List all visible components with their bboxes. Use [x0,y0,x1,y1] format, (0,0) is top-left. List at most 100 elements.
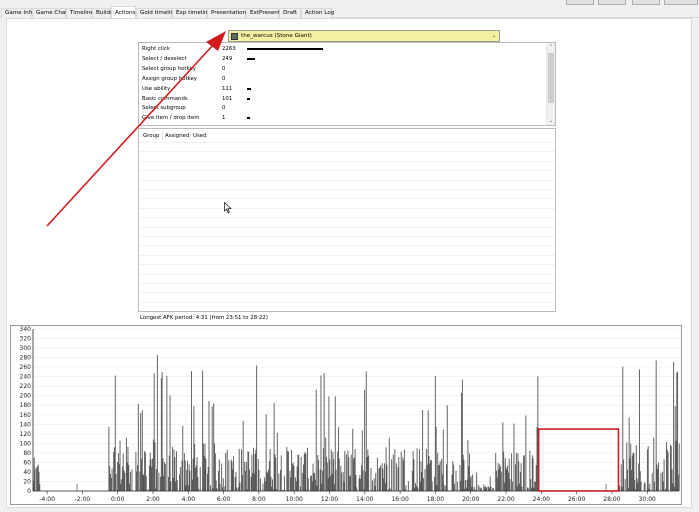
tab-exp-timeline[interactable]: Exp timeline [172,8,211,18]
chart-bar [162,458,164,491]
mouse-cursor-icon [224,202,232,214]
chart-bar [125,437,127,491]
chart-bar [417,487,419,491]
top-button[interactable] [566,0,594,5]
action-list[interactable]: ⌃ ⌄ Right click 2263 Select / deselect 249 S… [138,42,556,126]
chart-bar [466,479,468,491]
chart-bar [525,415,527,491]
chart-bar [302,472,304,491]
y-tick-label: 340 [20,326,32,333]
chart-bar [179,467,181,491]
top-button[interactable] [664,0,698,5]
chart-bar [635,444,637,491]
action-name: Assign group hotkey [142,75,197,82]
chart-bar [407,481,409,491]
chart-bar [310,475,312,491]
action-row[interactable]: Select / deselect 249 [142,54,442,64]
action-row[interactable]: Assign group hotkey 0 [142,74,442,84]
chart-bar [36,466,38,491]
chart-bar [166,375,168,491]
chart-bar [238,448,240,491]
action-row[interactable]: Select group hotkey 0 [142,64,442,74]
action-row[interactable]: Basic commands 101 [142,94,442,104]
action-row[interactable]: Select subgroup 0 [142,103,442,113]
chart-bar [436,485,438,491]
chart-bar [295,481,297,491]
chart-canvas: 3403203002802602402202001801601401201008… [20,326,680,503]
assigned-column-header[interactable]: Assigned [163,132,191,140]
chart-bar [321,483,323,491]
chart-bar [38,471,40,491]
player-select[interactable]: the_warcus (Stone Giant) ⌄ [228,30,500,42]
y-tick-label: 240 [20,374,32,381]
scroll-up-icon[interactable]: ⌃ [547,43,555,51]
chart-bar [374,485,376,491]
chart-bar [376,457,378,491]
chart-bar [391,459,393,491]
tab-action-log[interactable]: Action Log [301,8,334,18]
used-column-header[interactable]: Used [191,132,211,140]
chart-bar [250,476,252,491]
tab-gold-timeline[interactable]: Gold timeline [136,8,177,18]
tab-bar: Game Info Game Chat Timeline Builds Actions G… [0,6,699,19]
chart-bar [254,453,256,491]
chart-bar [327,478,329,491]
chart-bar [219,483,221,491]
group-column-header[interactable]: Group [141,132,163,140]
chart-bar [322,448,324,491]
action-count: 0 [222,65,226,72]
chart-bar [405,485,407,491]
tab-game-info[interactable]: Game Info [1,8,34,18]
action-count: 1 [222,115,226,122]
chart-bar [278,473,280,491]
tab-game-chat[interactable]: Game Chat [32,8,68,18]
chart-bar [245,470,246,491]
chart-bar [496,477,498,491]
tab-draft[interactable]: Draft [279,8,301,18]
table-row [139,254,555,256]
group-table[interactable]: Group Assigned Used [138,128,556,312]
chart-bar [632,452,634,491]
chart-bar [430,459,432,491]
chart-bar [431,481,433,491]
chart-bar [267,473,269,491]
chart-bar [110,473,111,491]
chart-bar [428,456,430,491]
top-button[interactable] [632,0,660,5]
chart-bar [639,369,640,491]
action-name: Right click [142,46,170,52]
x-tick-label: 16:00 [391,496,408,503]
tab-extpresent[interactable]: ExtPresent [246,8,280,18]
action-row[interactable]: Use ability 111 [142,84,442,94]
chart-bar [663,459,665,491]
chart-bar [258,469,260,491]
chart-bar [666,441,667,491]
chart-bar [461,392,463,491]
chevron-down-icon[interactable]: ⌄ [489,31,499,41]
chart-bar [127,446,129,491]
chart-bar [384,463,385,491]
chart-bar [498,469,500,491]
chart-bar [131,469,133,491]
action-row[interactable]: Give item / drop item 1 [142,113,442,123]
chart-bar [257,458,259,491]
scroll-down-icon[interactable]: ⌄ [547,117,555,125]
top-button[interactable] [598,0,626,5]
tab-presentation[interactable]: Presentation [207,8,246,18]
chart-bar [523,456,524,491]
tab-builds[interactable]: Builds [92,8,113,18]
chart-bar [445,486,447,491]
chart-bar [225,452,227,491]
chart-bar [272,479,273,491]
action-list-scrollbar[interactable]: ⌃ ⌄ [546,43,555,125]
chart-bar [452,460,454,491]
scrollbar-thumb[interactable] [548,53,554,103]
chart-bar [533,487,535,491]
chart-bar [183,453,185,491]
tab-timeline[interactable]: Timeline [66,8,94,18]
action-row[interactable]: Right click 2263 [142,44,442,54]
chart-bar [508,458,510,491]
chart-bar [126,462,128,491]
chart-bar [152,439,154,491]
chart-bar [629,458,631,491]
